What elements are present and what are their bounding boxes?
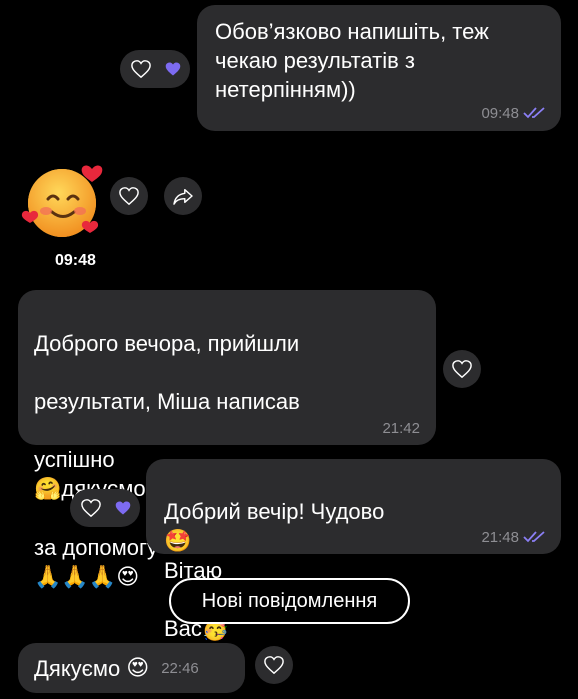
message-bubble-outgoing-1[interactable]: Обов’язково напишіть, теж чекаю результа…: [197, 5, 561, 131]
heart-eyes-emoji: 😍: [126, 655, 150, 681]
heart-outline-icon: [263, 655, 285, 675]
message-text: Обов’язково напишіть, теж чекаю результа…: [215, 19, 489, 102]
purple-heart-icon[interactable]: [114, 500, 132, 516]
reactions-pill-2[interactable]: [70, 489, 140, 527]
sticker-time: 09:48: [55, 252, 96, 269]
text-part: Добрий вечір! Чудово: [164, 499, 385, 524]
heart-outline-icon: [451, 359, 473, 379]
message-time: 21:48: [481, 529, 519, 546]
reactions-pill-1[interactable]: [120, 50, 190, 88]
message-text: Дякуємо: [34, 655, 121, 681]
message-time: 22:46: [161, 659, 199, 677]
folded-hands-emoji: 🙏🙏🙏: [34, 565, 117, 590]
star-struck-emoji: 🤩: [164, 529, 192, 554]
purple-heart-icon[interactable]: [164, 61, 182, 77]
share-arrow-icon: [172, 187, 194, 205]
react-button[interactable]: [443, 350, 481, 388]
text-line: успішно: [34, 447, 115, 472]
hugging-face-emoji: 🤗: [34, 477, 62, 502]
new-messages-button[interactable]: Нові повідомлення: [169, 578, 410, 624]
text-line: за допомогу: [34, 535, 159, 560]
message-bubble-incoming-2[interactable]: Дякуємо 😍 22:46: [18, 643, 245, 693]
heart-eyes-emoji: 😍: [116, 565, 140, 590]
message-bubble-incoming-1[interactable]: Доброго вечора, прийшли результати, Міша…: [18, 290, 436, 590]
react-button[interactable]: [110, 177, 148, 215]
message-bubble-outgoing-2[interactable]: Добрий вечір! Чудово 🤩 Вітаю Вас🥳 21:48: [146, 459, 561, 642]
sticker-smiling-face-with-hearts[interactable]: [18, 155, 108, 245]
double-check-icon: [523, 531, 545, 543]
text-line: результати, Міша написав: [34, 389, 300, 414]
heart-outline-icon[interactable]: [130, 59, 152, 79]
message-time: 09:48: [481, 105, 519, 122]
heart-outline-icon: [118, 186, 140, 206]
share-button[interactable]: [164, 177, 202, 215]
heart-outline-icon[interactable]: [80, 498, 102, 518]
message-time: 21:42: [382, 420, 420, 437]
text-line: Доброго вечора, прийшли: [34, 331, 300, 356]
react-button[interactable]: [255, 646, 293, 684]
double-check-icon: [523, 107, 545, 119]
